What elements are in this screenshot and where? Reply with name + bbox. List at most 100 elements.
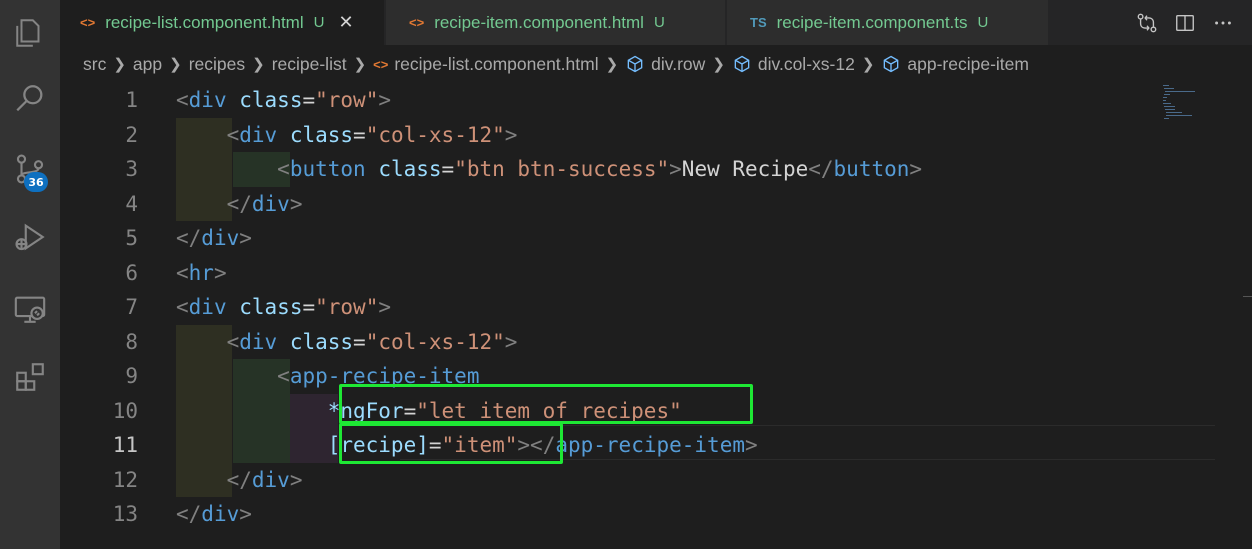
remote-explorer-icon[interactable] [0,284,60,334]
code-token: "col-xs-12" [365,329,505,354]
code-token: = [353,122,366,147]
code-token: < [226,329,240,354]
line-number: 4 [125,191,138,216]
code-token: hr [188,260,214,285]
breadcrumb-label: recipe-list [271,53,347,74]
line-number: 1 [125,88,138,112]
code-editor[interactable]: 1 <div class="row"> 2 <div class="col-xs-1… [60,83,1252,549]
minimap[interactable] [1160,83,1220,123]
code-token: "row" [315,295,379,319]
code-token: New Recipe [681,157,809,181]
code-token: = [302,295,316,319]
code-token: "btn btn-success" [454,157,670,181]
run-debug-icon[interactable] [0,212,60,262]
editor-actions [1128,0,1242,45]
code-token: class [239,88,303,112]
code-token: class [239,295,303,319]
code-token: = [353,329,366,354]
line-number: 2 [125,122,138,147]
breadcrumb-item[interactable]: app [133,54,162,75]
code-token: > [289,467,303,492]
code-line[interactable]: </div> [176,221,252,256]
breadcrumb-label: div.row [651,53,706,74]
close-icon[interactable]: ✕ [338,12,353,33]
code-token: </ [226,467,252,492]
breadcrumb-item[interactable]: div.col-xs-12 [732,54,855,75]
code-token: "col-xs-12" [365,122,505,147]
element-icon [881,54,901,74]
code-line[interactable]: <div class="col-xs-12"> [176,325,518,360]
chevron-right-icon: ❯ [252,56,265,73]
line-number: 9 [125,364,138,388]
code-line[interactable]: <div class="row"> [176,83,391,118]
open-changes-icon[interactable] [1128,12,1166,34]
extensions-icon[interactable] [0,352,60,402]
tab-recipe-item-ts[interactable]: TS recipe-item.component.ts U [727,0,1049,45]
code-token: button [833,157,910,181]
code-token: > [289,191,303,216]
scm-badge: 36 [24,172,48,192]
breadcrumb: src ❯ app ❯ recipes ❯ recipe-list ❯ <> r… [60,45,1252,83]
code-line[interactable]: </div> [176,463,303,498]
activity-bar: 36 [0,0,60,549]
code-token: > [239,502,252,526]
untracked-flag: U [313,14,325,31]
code-token: > [239,226,252,250]
ngfor-highlight-box [339,384,753,424]
code-token: </ [176,502,202,526]
code-line[interactable]: </div> [176,187,303,222]
code-token: < [176,295,189,319]
breadcrumb-item[interactable]: recipe-list [272,54,347,75]
code-token: div [188,295,227,319]
code-token: > [504,329,518,354]
breadcrumb-item[interactable]: div.row [625,54,705,75]
code-token: div [251,191,290,216]
element-icon [732,54,752,74]
code-token: class [289,329,354,354]
breadcrumb-label: src [83,53,107,74]
code-token: app-recipe-item [555,433,745,457]
line-number: 8 [125,329,138,354]
search-icon[interactable] [0,74,60,124]
untracked-flag: U [653,14,665,31]
code-token: > [213,260,227,285]
line-number: 5 [125,226,138,250]
untracked-flag: U [977,14,989,31]
html-file-icon: <> [80,15,96,30]
line-number: 11 [112,433,138,457]
code-line[interactable]: <div class="col-xs-12"> [176,118,518,153]
chevron-right-icon: ❯ [861,56,875,73]
html-file-icon: <> [409,15,425,30]
vertical-scrollbar[interactable] [1243,296,1252,297]
breadcrumb-item[interactable]: recipes [189,54,245,75]
code-line[interactable]: <hr> [176,256,227,291]
breadcrumb-label: div.col-xs-12 [757,53,855,74]
breadcrumb-item[interactable]: app-recipe-item [881,54,1029,75]
tab-label: recipe-item.component.html [434,12,644,32]
code-token: = [441,157,455,181]
tab-recipe-list-html[interactable]: <> recipe-list.component.html U ✕ [60,0,385,45]
more-actions-icon[interactable] [1204,12,1242,34]
breadcrumb-item[interactable]: <> recipe-list.component.html [373,54,598,75]
breadcrumb-item[interactable]: src [83,54,106,75]
split-editor-icon[interactable] [1166,12,1204,34]
line-number: 12 [112,467,138,492]
explorer-icon[interactable] [0,8,60,58]
code-token: div [188,88,227,112]
tab-label: recipe-list.component.html [105,12,304,32]
code-line[interactable]: </div> [176,497,252,532]
tab-recipe-item-html[interactable]: <> recipe-item.component.html U [386,0,726,45]
code-line[interactable]: <div class="row"> [176,290,391,325]
breadcrumb-label: recipe-list.component.html [394,53,599,74]
code-token: > [669,157,682,181]
code-line[interactable]: <button class="btn btn-success">New Reci… [176,152,922,187]
